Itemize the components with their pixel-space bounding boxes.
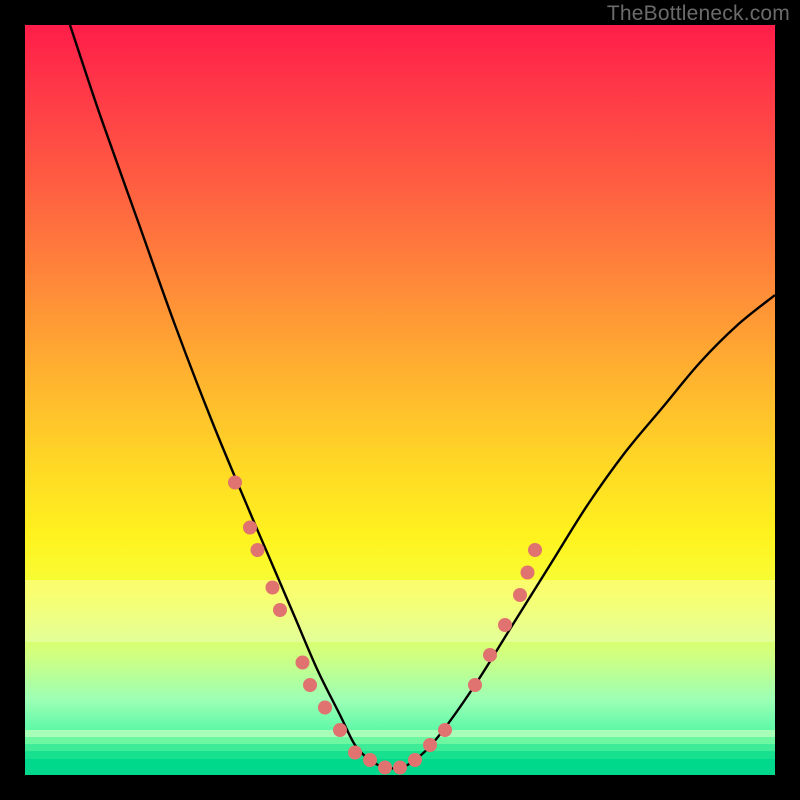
green-stripe-5 [25, 759, 775, 775]
data-point [521, 566, 535, 580]
plot-area [25, 25, 775, 775]
data-point [243, 521, 257, 535]
data-point [318, 701, 332, 715]
data-point [528, 543, 542, 557]
curve-layer [25, 25, 775, 775]
data-point [468, 678, 482, 692]
green-stripe-1 [25, 730, 775, 737]
data-point [251, 543, 265, 557]
data-point [228, 476, 242, 490]
chart-frame: TheBottleneck.com [0, 0, 800, 800]
data-point [303, 678, 317, 692]
data-point [296, 656, 310, 670]
watermark-text: TheBottleneck.com [607, 2, 790, 26]
green-stripe-2 [25, 737, 775, 744]
green-stripe-4 [25, 751, 775, 759]
data-point [483, 648, 497, 662]
bottleneck-curve [70, 25, 775, 768]
pale-horizontal-band [25, 580, 775, 642]
green-stripe-3 [25, 744, 775, 751]
